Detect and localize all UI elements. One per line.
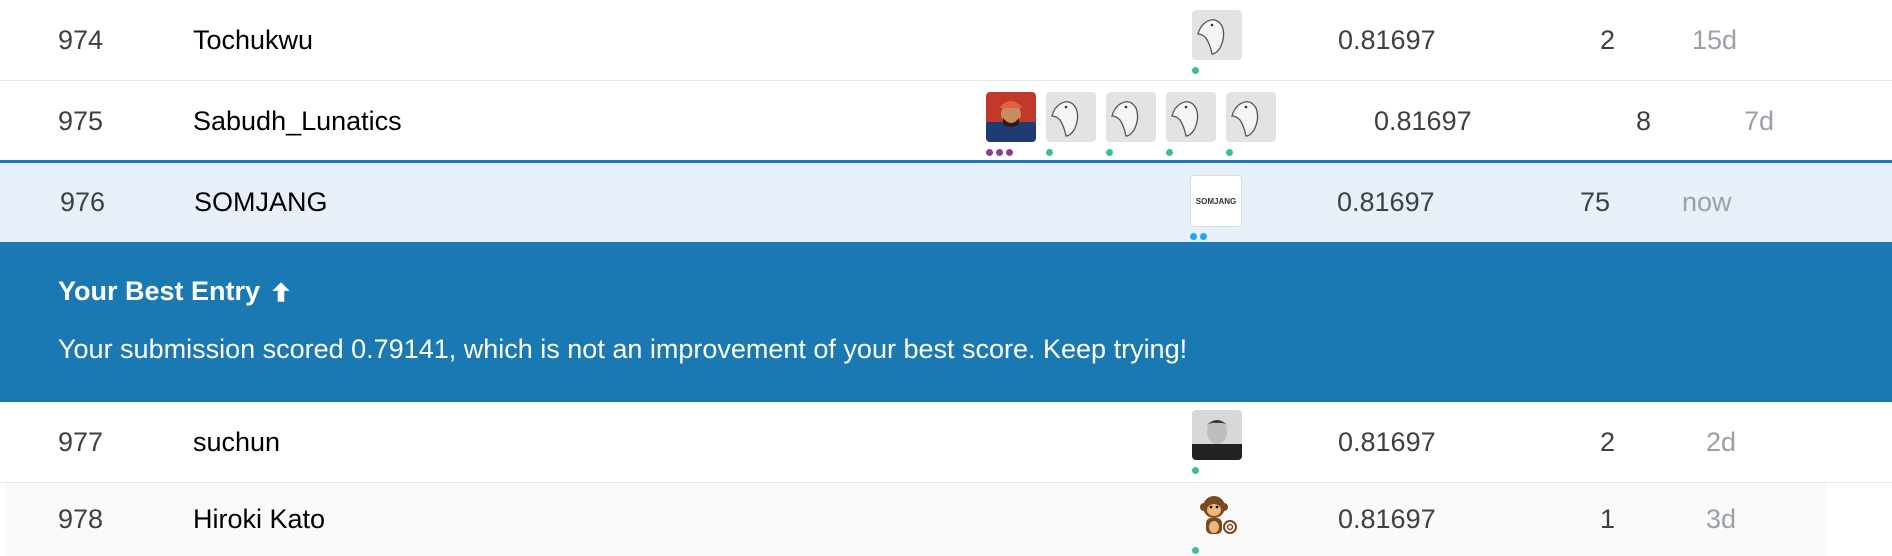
table-row[interactable]: 974 Tochukwu 0.81697 2 15d bbox=[0, 0, 1892, 81]
team-name[interactable]: Sabudh_Lunatics bbox=[193, 81, 402, 161]
somjang-logo-avatar-icon[interactable]: SOMJANG bbox=[1190, 175, 1242, 227]
goose-avatar-icon[interactable] bbox=[1106, 92, 1156, 142]
entries-cell: 2 bbox=[1600, 426, 1616, 457]
goose-avatar-icon[interactable] bbox=[1192, 10, 1242, 60]
last-submission-cell: 15d bbox=[1692, 24, 1738, 55]
score-cell: 0.81697 bbox=[1338, 504, 1436, 534]
rank-cell: 975 bbox=[58, 105, 104, 136]
last-submission-cell: now bbox=[1682, 187, 1732, 217]
table-row[interactable]: 978 Hiroki Kato 0.81697 1 3d bbox=[6, 483, 1826, 556]
score-cell: 0.81697 bbox=[1337, 187, 1435, 217]
banner-title: Your Best Entry bbox=[58, 276, 294, 307]
team-name[interactable]: suchun bbox=[193, 402, 280, 482]
best-entry-banner bbox=[0, 242, 1892, 402]
goose-avatar-icon[interactable] bbox=[1166, 92, 1216, 142]
last-submission-cell: 7d bbox=[1744, 105, 1775, 136]
last-submission-cell: 3d bbox=[1706, 504, 1737, 534]
own-team-row[interactable]: 976 SOMJANG SOMJANG 0.81697 75 now bbox=[0, 160, 1892, 242]
rank-cell: 978 bbox=[58, 504, 104, 534]
user-photo-avatar-icon[interactable] bbox=[986, 92, 1036, 142]
arrow-up-icon bbox=[268, 279, 294, 305]
table-row[interactable]: 975 Sabudh_Lunatics 0.81697 8 7d bbox=[0, 81, 1892, 162]
last-submission-cell: 2d bbox=[1706, 426, 1737, 457]
table-row[interactable]: 977 suchun 0.81697 2 2d bbox=[0, 402, 1892, 483]
team-name[interactable]: Hiroki Kato bbox=[193, 483, 325, 556]
leaderboard: 974 Tochukwu 0.81697 2 15d 975 Sabudh_Lu… bbox=[0, 0, 1892, 556]
entries-cell: 8 bbox=[1636, 105, 1652, 136]
entries-cell: 1 bbox=[1600, 504, 1616, 534]
goose-avatar-icon[interactable] bbox=[1046, 92, 1096, 142]
rank-cell: 976 bbox=[60, 187, 106, 217]
team-name[interactable]: Tochukwu bbox=[193, 0, 313, 80]
banner-message: Your submission scored 0.79141, which is… bbox=[58, 334, 1188, 364]
entries-cell: 75 bbox=[1580, 187, 1611, 217]
score-cell: 0.81697 bbox=[1338, 24, 1436, 55]
score-cell: 0.81697 bbox=[1338, 426, 1436, 457]
entries-cell: 2 bbox=[1600, 24, 1616, 55]
monkey-avatar-icon[interactable] bbox=[1192, 491, 1242, 541]
rank-cell: 974 bbox=[58, 24, 104, 55]
user-photo-avatar-icon[interactable] bbox=[1192, 410, 1242, 460]
rank-cell: 977 bbox=[58, 426, 104, 457]
banner-title-text: Your Best Entry bbox=[58, 276, 261, 306]
score-cell: 0.81697 bbox=[1374, 105, 1472, 136]
goose-avatar-icon[interactable] bbox=[1226, 92, 1276, 142]
team-name[interactable]: SOMJANG bbox=[194, 163, 328, 242]
